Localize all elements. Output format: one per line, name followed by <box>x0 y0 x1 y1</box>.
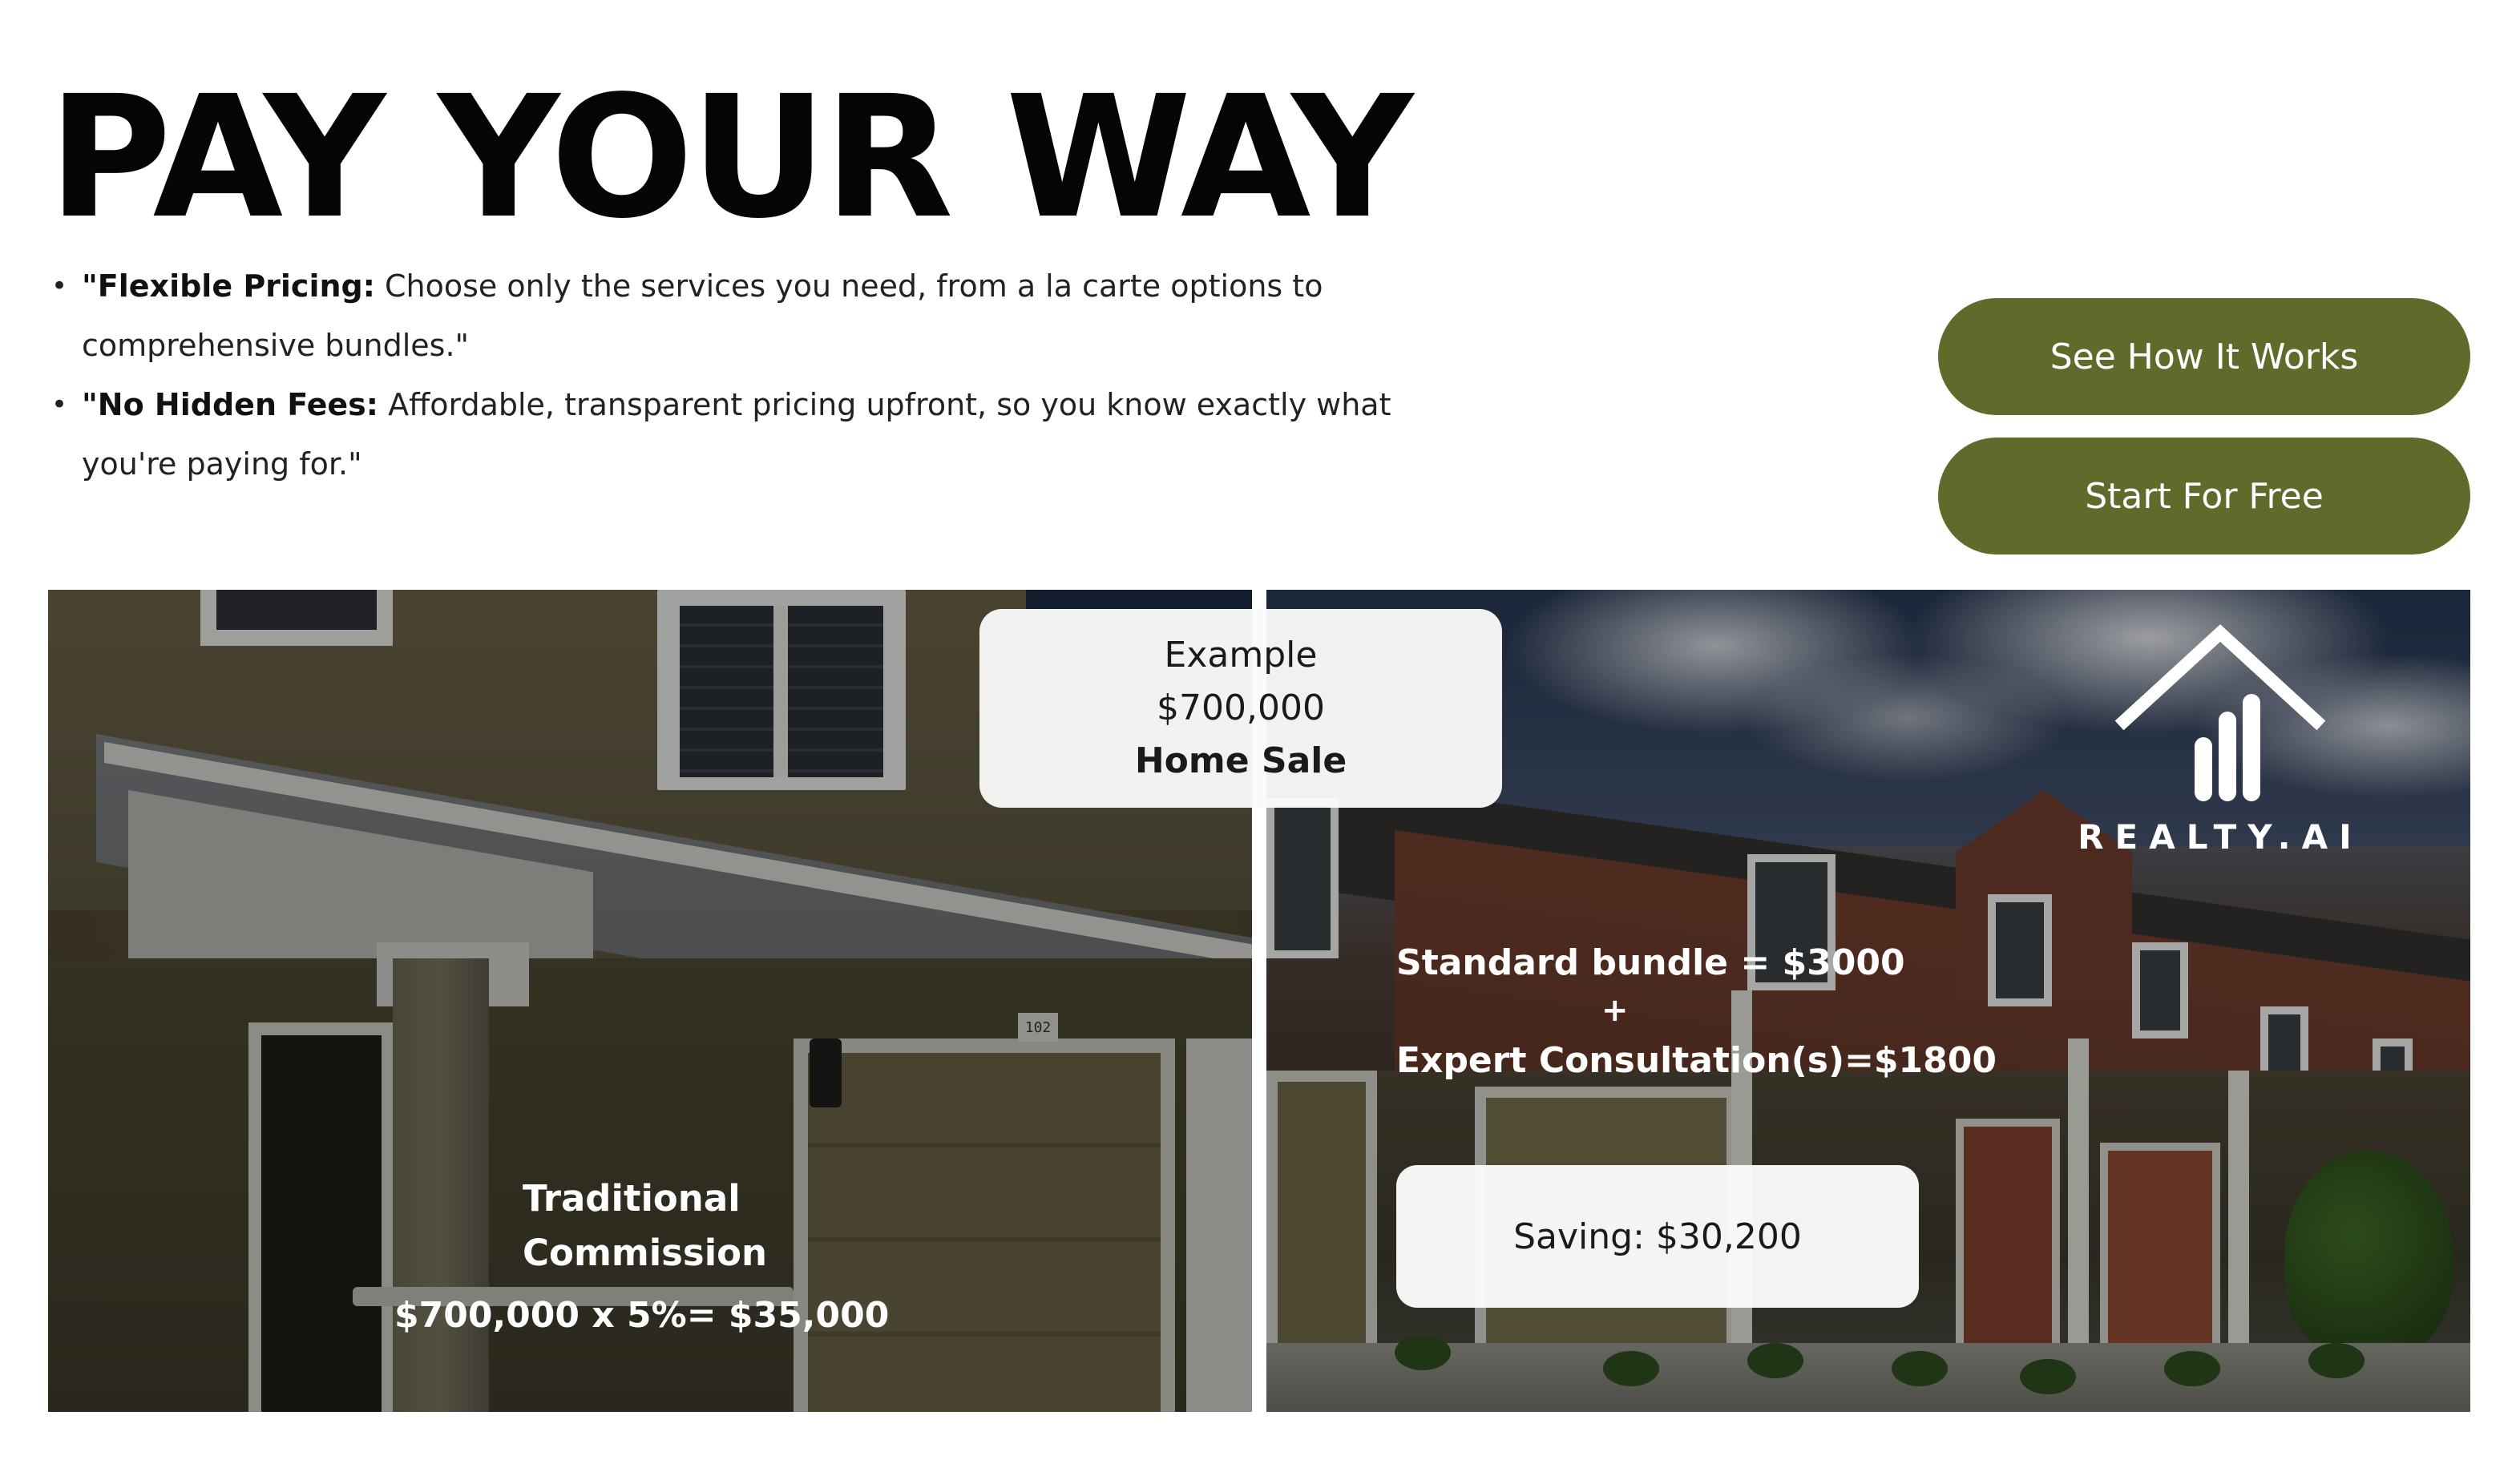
house-chart-logo-icon <box>2114 624 2326 801</box>
saving-card: Saving: $30,200 <box>1396 1165 1919 1308</box>
example-price: $700,000 <box>1157 688 1325 728</box>
see-how-it-works-button[interactable]: See How It Works <box>1938 298 2470 415</box>
bullet-icon: • <box>51 270 68 302</box>
example-card: Example $700,000 Home Sale <box>979 609 1502 808</box>
bullet-icon: • <box>51 389 68 421</box>
feature-title: "Flexible Pricing: <box>82 268 375 304</box>
traditional-commission-formula: $700,000 x 5%= $35,000 <box>394 1295 890 1336</box>
feature-item-flexible-pricing: • "Flexible Pricing: Choose only the serv… <box>48 256 1459 375</box>
feature-list: • "Flexible Pricing: Choose only the serv… <box>48 256 1459 494</box>
expert-consultation-price: Expert Consultation(s)=$1800 <box>1396 1040 1997 1081</box>
feature-title: "No Hidden Fees: <box>82 387 378 422</box>
realty-ai-logo: REALTY.AI <box>2068 617 2373 865</box>
traditional-commission-label: Traditional Commission <box>523 1172 767 1280</box>
logo-wordmark: REALTY.AI <box>2078 817 2363 857</box>
example-type: Home Sale <box>1134 740 1347 781</box>
start-for-free-button[interactable]: Start For Free <box>1938 438 2470 555</box>
standard-bundle-price: Standard bundle = $3000 <box>1396 942 1905 983</box>
bundle-plus-sign: + <box>1601 992 1629 1029</box>
traditional-label-line2: Commission <box>523 1232 768 1274</box>
page-title: PAY YOUR WAY <box>48 59 1413 256</box>
saving-amount: Saving: $30,200 <box>1513 1216 1802 1257</box>
example-label: Example <box>1164 635 1318 676</box>
feature-item-no-hidden-fees: • "No Hidden Fees: Affordable, transparen… <box>48 375 1459 494</box>
traditional-label-line1: Traditional <box>523 1177 741 1220</box>
